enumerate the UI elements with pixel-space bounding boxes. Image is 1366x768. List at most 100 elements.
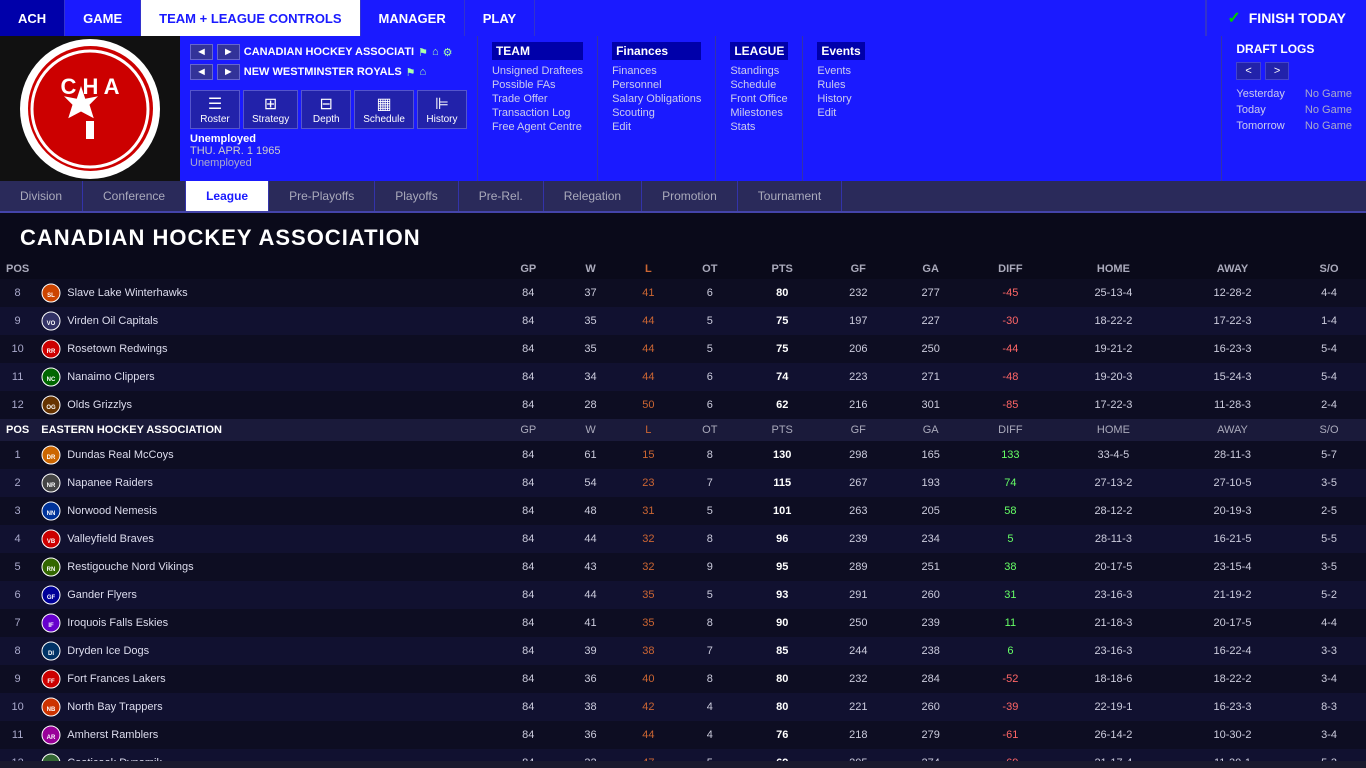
nav-manager[interactable]: MANAGER (361, 0, 465, 36)
events-link-edit[interactable]: Edit (817, 106, 864, 120)
svg-text:DI: DI (48, 651, 54, 657)
nav-prev-btn2[interactable]: ◄ (190, 64, 213, 80)
events-link-history[interactable]: History (817, 92, 864, 106)
nav-next-btn[interactable]: ► (217, 44, 240, 60)
history-btn[interactable]: ⊫ History (417, 90, 467, 129)
gear-icon1: ⚙ (443, 46, 453, 59)
table-row[interactable]: 6 GF Gander Flyers 84 44 35 5 93 291 260… (0, 581, 1366, 609)
table-row[interactable]: 10 NB North Bay Trappers 84 38 42 4 80 2… (0, 693, 1366, 721)
roster-btn[interactable]: ☰ Roster (190, 90, 240, 129)
roster-label: Roster (200, 114, 229, 125)
user-status2: Unemployed (190, 157, 467, 169)
team-link-trade[interactable]: Trade Offer (492, 92, 583, 106)
team-link-freeagent[interactable]: Free Agent Centre (492, 120, 583, 134)
depth-label: Depth (313, 114, 340, 125)
finances-link-scouting[interactable]: Scouting (612, 106, 701, 120)
team-link-unsigned[interactable]: Unsigned Draftees (492, 64, 583, 78)
nav-play[interactable]: PLAY (465, 0, 535, 36)
draft-yesterday-label: Yesterday (1236, 88, 1285, 100)
table-row[interactable]: 11 AR Amherst Ramblers 84 36 44 4 76 218… (0, 721, 1366, 749)
table-row[interactable]: 8 SL Slave Lake Winterhawks 84 37 41 6 8… (0, 279, 1366, 307)
draft-logs-title: DRAFT LOGS (1236, 42, 1352, 56)
table-row[interactable]: 12 CD Coaticook Dynamik 84 32 47 5 69 20… (0, 749, 1366, 761)
finish-today-label: FINISH TODAY (1249, 10, 1346, 26)
draft-tomorrow-value: No Game (1305, 120, 1352, 132)
finances-link-finances[interactable]: Finances (612, 64, 701, 78)
nav-prev-btn[interactable]: ◄ (190, 44, 213, 60)
table-row[interactable]: 11 NC Nanaimo Clippers 84 34 44 6 74 223… (0, 363, 1366, 391)
user-date: THU. APR. 1 1965 (190, 145, 467, 157)
tab-tournament[interactable]: Tournament (738, 181, 842, 211)
nav-game[interactable]: GAME (65, 0, 141, 36)
nav-ach[interactable]: ACH (0, 0, 65, 36)
tab-conference[interactable]: Conference (83, 181, 186, 211)
svg-text:C H A: C H A (60, 74, 119, 99)
draft-yesterday-value: No Game (1305, 88, 1352, 100)
flag-icon1: ⚑ (418, 46, 428, 59)
tab-league[interactable]: League (186, 181, 269, 211)
section-header: POS EASTERN HOCKEY ASSOCIATION GP W L OT… (0, 419, 1366, 441)
strategy-btn[interactable]: ⊞ Strategy (243, 90, 298, 129)
svg-text:NB: NB (47, 707, 56, 713)
tab-playoffs[interactable]: Playoffs (375, 181, 458, 211)
table-row[interactable]: 9 FF Fort Frances Lakers 84 36 40 8 80 2… (0, 665, 1366, 693)
finances-menu-title: Finances (612, 42, 701, 60)
events-menu-title: Events (817, 42, 864, 60)
league-link-stats[interactable]: Stats (730, 120, 788, 134)
draft-today-label: Today (1236, 104, 1265, 116)
svg-text:RN: RN (47, 567, 56, 573)
table-row[interactable]: 4 VB Valleyfield Braves 84 44 32 8 96 23… (0, 525, 1366, 553)
league-menu-title: LEAGUE (730, 42, 788, 60)
svg-text:FF: FF (48, 679, 56, 685)
nav-next-btn2[interactable]: ► (217, 64, 240, 80)
svg-text:AR: AR (47, 735, 56, 741)
strategy-icon: ⊞ (264, 94, 277, 114)
league-link-standings[interactable]: Standings (730, 64, 788, 78)
finances-link-edit[interactable]: Edit (612, 120, 701, 134)
draft-prev-btn[interactable]: < (1236, 62, 1260, 80)
nav-team-league[interactable]: TEAM + LEAGUE CONTROLS (141, 0, 360, 36)
finances-link-personnel[interactable]: Personnel (612, 78, 701, 92)
tab-preploffs[interactable]: Pre-Playoffs (269, 181, 375, 211)
nav-association-label: CANADIAN HOCKEY ASSOCIATI (244, 46, 414, 58)
tab-promotion[interactable]: Promotion (642, 181, 738, 211)
table-row[interactable]: 5 RN Restigouche Nord Vikings 84 43 32 9… (0, 553, 1366, 581)
draft-next-btn[interactable]: > (1265, 62, 1289, 80)
table-row[interactable]: 3 NN Norwood Nemesis 84 48 31 5 101 263 … (0, 497, 1366, 525)
depth-icon: ⊟ (320, 94, 333, 114)
home-icon2: ⌂ (420, 66, 427, 78)
finish-today-button[interactable]: ✓ FINISH TODAY (1205, 0, 1366, 36)
svg-text:NN: NN (47, 511, 56, 517)
schedule-btn[interactable]: ▦ Schedule (354, 90, 414, 129)
home-icon1: ⌂ (432, 46, 439, 58)
checkmark-icon: ✓ (1227, 8, 1240, 28)
draft-today-value: No Game (1305, 104, 1352, 116)
tab-division[interactable]: Division (0, 181, 83, 211)
team-link-transaction[interactable]: Transaction Log (492, 106, 583, 120)
league-link-milestones[interactable]: Milestones (730, 106, 788, 120)
history-icon: ⊫ (435, 94, 449, 114)
league-link-schedule[interactable]: Schedule (730, 78, 788, 92)
tab-relegation[interactable]: Relegation (544, 181, 642, 211)
svg-text:NC: NC (47, 377, 56, 383)
table-row[interactable]: 9 VO Virden Oil Capitals 84 35 44 5 75 1… (0, 307, 1366, 335)
schedule-label: Schedule (363, 114, 405, 125)
svg-text:NR: NR (47, 483, 56, 489)
tab-prerel[interactable]: Pre-Rel. (459, 181, 544, 211)
events-link-rules[interactable]: Rules (817, 78, 864, 92)
team-link-possiblefas[interactable]: Possible FAs (492, 78, 583, 92)
events-link-events[interactable]: Events (817, 64, 864, 78)
league-link-frontoffice[interactable]: Front Office (730, 92, 788, 106)
roster-icon: ☰ (208, 94, 222, 114)
svg-text:IF: IF (49, 623, 55, 629)
depth-btn[interactable]: ⊟ Depth (301, 90, 351, 129)
table-row[interactable]: 1 DR Dundas Real McCoys 84 61 15 8 130 2… (0, 441, 1366, 469)
svg-text:VB: VB (47, 539, 56, 545)
table-row[interactable]: 2 NR Napanee Raiders 84 54 23 7 115 267 … (0, 469, 1366, 497)
table-row[interactable]: 8 DI Dryden Ice Dogs 84 39 38 7 85 244 2… (0, 637, 1366, 665)
finances-link-salary[interactable]: Salary Obligations (612, 92, 701, 106)
table-row[interactable]: 10 RR Rosetown Redwings 84 35 44 5 75 20… (0, 335, 1366, 363)
table-row[interactable]: 12 OG Olds Grizzlys 84 28 50 6 62 216 30… (0, 391, 1366, 419)
svg-text:OG: OG (47, 405, 57, 411)
table-row[interactable]: 7 IF Iroquois Falls Eskies 84 41 35 8 90… (0, 609, 1366, 637)
